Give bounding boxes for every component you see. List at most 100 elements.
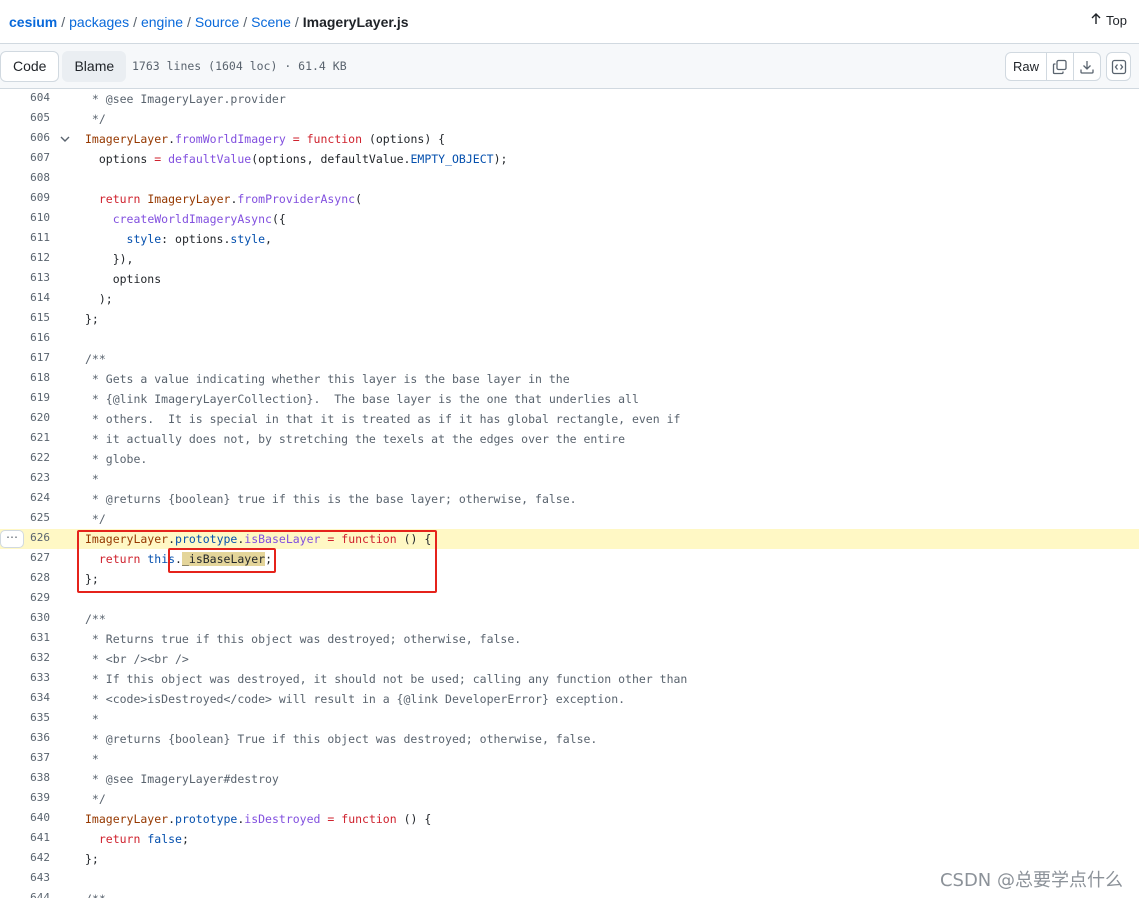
copy-raw-button[interactable] [1046, 53, 1073, 80]
line-number[interactable]: 621 [0, 431, 50, 444]
line-number[interactable]: 616 [0, 331, 50, 344]
download-button[interactable] [1073, 53, 1100, 80]
line-number[interactable]: 624 [0, 491, 50, 504]
code-text: * Returns true if this object was destro… [85, 632, 522, 646]
line-number[interactable]: 635 [0, 711, 50, 724]
code-text: * @see ImageryLayer#destroy [85, 772, 279, 786]
tab-blame[interactable]: Blame [62, 51, 127, 82]
line-number[interactable]: 633 [0, 671, 50, 684]
code-text: ImageryLayer.prototype.isDestroyed = fun… [85, 812, 432, 826]
line-number[interactable]: 627 [0, 551, 50, 564]
line-number[interactable]: 618 [0, 371, 50, 384]
code-text: ); [85, 292, 113, 306]
code-text: }; [85, 852, 99, 866]
code-line: 624 * @returns {boolean} true if this is… [0, 489, 1139, 509]
line-number[interactable]: 622 [0, 451, 50, 464]
line-number[interactable]: 642 [0, 851, 50, 864]
line-number[interactable]: 610 [0, 211, 50, 224]
line-number[interactable]: 626 [0, 531, 50, 544]
line-number[interactable]: 632 [0, 651, 50, 664]
line-number[interactable]: 643 [0, 871, 50, 884]
line-number[interactable]: 630 [0, 611, 50, 624]
code-line: 612 }), [0, 249, 1139, 269]
copy-icon [1052, 59, 1067, 74]
code-line: 635 * [0, 709, 1139, 729]
annotation-box-selection [168, 548, 276, 573]
breadcrumb-engine-link[interactable]: engine [141, 14, 183, 30]
code-line: 620 * others. It is special in that it i… [0, 409, 1139, 429]
breadcrumb-separator: / [294, 14, 299, 30]
line-number[interactable]: 644 [0, 891, 50, 898]
code-line: 614 ); [0, 289, 1139, 309]
line-number[interactable]: 612 [0, 251, 50, 264]
code-line: 615}; [0, 309, 1139, 329]
line-number[interactable]: 625 [0, 511, 50, 524]
breadcrumb-current-file: ImageryLayer.js [302, 14, 409, 30]
code-line: 607 options = defaultValue(options, defa… [0, 149, 1139, 169]
code-line: 625 */ [0, 509, 1139, 529]
code-text: * <br /><br /> [85, 652, 189, 666]
code-text: * others. It is special in that it is tr… [85, 412, 681, 426]
chevron-down-icon[interactable] [59, 133, 71, 145]
raw-button[interactable]: Raw [1006, 53, 1046, 80]
code-line: 638 * @see ImageryLayer#destroy [0, 769, 1139, 789]
line-number[interactable]: 617 [0, 351, 50, 364]
line-number[interactable]: 628 [0, 571, 50, 584]
back-to-top-button[interactable]: Top [1091, 13, 1127, 28]
code-line: 609 return ImageryLayer.fromProviderAsyn… [0, 189, 1139, 209]
code-line: 610 createWorldImageryAsync({ [0, 209, 1139, 229]
line-number[interactable]: 606 [0, 131, 50, 144]
code-text: }; [85, 312, 99, 326]
line-number[interactable]: 639 [0, 791, 50, 804]
breadcrumb-separator: / [61, 14, 66, 30]
code-line: 631 * Returns true if this object was de… [0, 629, 1139, 649]
file-info: 1763 lines (1604 loc) · 61.4 KB [132, 59, 347, 73]
line-number[interactable]: 614 [0, 291, 50, 304]
code-text: style: options.style, [126, 232, 272, 246]
code-text: * [85, 752, 99, 766]
code-text: */ [85, 512, 106, 526]
line-number[interactable]: 637 [0, 751, 50, 764]
code-text: ImageryLayer.fromWorldImagery = function… [85, 132, 446, 146]
code-text: */ [85, 112, 106, 126]
code-line: 618 * Gets a value indicating whether th… [0, 369, 1139, 389]
breadcrumb-repo-link[interactable]: cesium [9, 14, 57, 30]
line-number[interactable]: 605 [0, 111, 50, 124]
code-line: 641 return false; [0, 829, 1139, 849]
line-number[interactable]: 638 [0, 771, 50, 784]
code-text: * [85, 472, 99, 486]
line-number[interactable]: 636 [0, 731, 50, 744]
line-number[interactable]: 619 [0, 391, 50, 404]
line-number[interactable]: 613 [0, 271, 50, 284]
line-number[interactable]: 629 [0, 591, 50, 604]
tab-code[interactable]: Code [0, 51, 60, 82]
line-number[interactable]: 608 [0, 171, 50, 184]
line-number[interactable]: 634 [0, 691, 50, 704]
line-number[interactable]: 604 [0, 91, 50, 104]
code-text: }), [85, 252, 134, 266]
symbols-panel-button[interactable] [1106, 52, 1131, 81]
code-text: createWorldImageryAsync({ [112, 212, 286, 226]
line-number[interactable]: 631 [0, 631, 50, 644]
line-number[interactable]: 609 [0, 191, 50, 204]
line-number[interactable]: 611 [0, 231, 50, 244]
line-number[interactable]: 620 [0, 411, 50, 424]
line-number[interactable]: 623 [0, 471, 50, 484]
line-number[interactable]: 615 [0, 311, 50, 324]
file-actions: Raw [1005, 52, 1101, 81]
code-line: 632 * <br /><br /> [0, 649, 1139, 669]
code-view: 604 * @see ImageryLayer.provider 605 */ … [0, 89, 1139, 898]
code-line: 621 * it actually does not, by stretchin… [0, 429, 1139, 449]
breadcrumb-packages-link[interactable]: packages [69, 14, 129, 30]
line-number[interactable]: 640 [0, 811, 50, 824]
code-line: 636 * @returns {boolean} True if this ob… [0, 729, 1139, 749]
line-number[interactable]: 641 [0, 831, 50, 844]
breadcrumb-source-link[interactable]: Source [195, 14, 239, 30]
line-number[interactable]: 607 [0, 151, 50, 164]
code-text: */ [85, 792, 106, 806]
code-line: 606 ImageryLayer.fromWorldImagery = funct… [0, 129, 1139, 149]
code-text: return ImageryLayer.fromProviderAsync( [98, 192, 363, 206]
breadcrumb-scene-link[interactable]: Scene [251, 14, 291, 30]
code-text: * @returns {boolean} true if this is the… [85, 492, 577, 506]
breadcrumb: cesium / packages / engine / Source / Scene / Imag… [9, 13, 409, 31]
